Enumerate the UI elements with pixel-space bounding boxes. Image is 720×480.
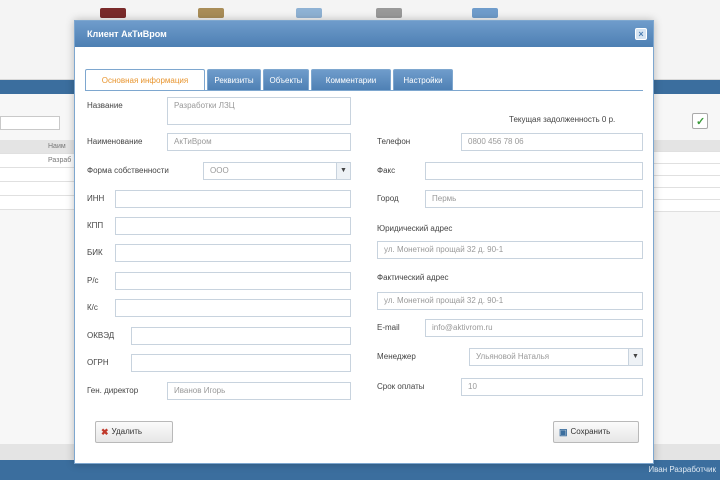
close-icon[interactable]: × bbox=[635, 28, 647, 40]
fax-field[interactable] bbox=[425, 162, 643, 180]
check-icon: ✓ bbox=[696, 116, 706, 128]
email-label: E-mail bbox=[377, 323, 400, 332]
name-label: Название bbox=[87, 101, 123, 110]
chevron-down-icon[interactable]: ▼ bbox=[336, 163, 350, 179]
kpp-label: КПП bbox=[87, 221, 104, 230]
delete-icon: ✖ bbox=[101, 427, 109, 437]
table-row[interactable] bbox=[652, 200, 720, 212]
toolbar-icon-2[interactable] bbox=[198, 8, 224, 18]
city-label: Город bbox=[377, 194, 399, 203]
table-row[interactable] bbox=[652, 188, 720, 200]
tab-objects[interactable]: Объекты bbox=[263, 69, 309, 91]
legal-address-field[interactable]: ул. Монетной прощай 32 д. 90-1 bbox=[377, 241, 643, 259]
delete-button-label: Удалить bbox=[111, 427, 143, 437]
table-row[interactable] bbox=[652, 152, 720, 164]
delete-button[interactable]: ✖ Удалить bbox=[95, 421, 173, 443]
save-button[interactable]: ▣ Сохранить bbox=[553, 421, 639, 443]
background-side-grid bbox=[652, 140, 720, 212]
grid-header: Наим bbox=[0, 140, 80, 154]
kpp-field[interactable] bbox=[115, 217, 351, 235]
grid-header bbox=[652, 140, 720, 152]
inn-field[interactable] bbox=[115, 190, 351, 208]
table-row[interactable] bbox=[0, 196, 80, 210]
status-user-text: Иван Разработчик bbox=[648, 465, 716, 474]
table-row[interactable] bbox=[0, 168, 80, 182]
director-placeholder: Иванов Игорь bbox=[174, 386, 226, 395]
save-button-label: Сохранить bbox=[570, 427, 611, 437]
ks-field[interactable] bbox=[115, 299, 351, 317]
bik-field[interactable] bbox=[115, 244, 351, 262]
short-name-label: Наименование bbox=[87, 137, 143, 146]
short-name-field[interactable]: АкТиВром bbox=[167, 133, 351, 151]
toolbar-icon-4[interactable] bbox=[376, 8, 402, 18]
postal-address-field[interactable]: ул. Монетной прощай 32 д. 90-1 bbox=[377, 292, 643, 310]
manager-value: Ульяновой Наталья bbox=[476, 352, 550, 361]
toolbar-icon-3[interactable] bbox=[296, 8, 322, 18]
payment-term-label: Срок оплаты bbox=[377, 382, 425, 391]
dialog-header[interactable]: Клиент АкТиВром × bbox=[75, 21, 653, 47]
ks-label: К/с bbox=[87, 303, 98, 312]
tab-main-info[interactable]: Основная информация bbox=[85, 69, 205, 91]
balance-text: Текущая задолженность 0 р. bbox=[509, 115, 616, 124]
manager-label: Менеджер bbox=[377, 352, 416, 361]
legal-address-label: Юридический адрес bbox=[377, 224, 453, 233]
ogrn-label: ОГРН bbox=[87, 358, 109, 367]
table-row[interactable] bbox=[652, 164, 720, 176]
save-icon: ▣ bbox=[559, 427, 568, 437]
phone-label: Телефон bbox=[377, 137, 411, 146]
tab-comments[interactable]: Комментарии bbox=[311, 69, 391, 91]
tab-requisites[interactable]: Реквизиты bbox=[207, 69, 261, 91]
okved-label: ОКВЭД bbox=[87, 331, 115, 340]
tax-form-value: ООО bbox=[210, 166, 229, 175]
director-field[interactable]: Иванов Игорь bbox=[167, 382, 351, 400]
tab-settings[interactable]: Настройки bbox=[393, 69, 453, 91]
toolbar-icon-1[interactable] bbox=[100, 8, 126, 18]
okved-field[interactable] bbox=[131, 327, 351, 345]
rs-field[interactable] bbox=[115, 272, 351, 290]
bik-label: БИК bbox=[87, 248, 103, 257]
tax-form-label: Форма собственности bbox=[87, 166, 169, 175]
table-row[interactable]: Разраб bbox=[0, 154, 80, 168]
fax-label: Факс bbox=[377, 166, 396, 175]
email-field[interactable]: info@aktivrom.ru bbox=[425, 319, 643, 337]
table-row[interactable] bbox=[0, 182, 80, 196]
background-grid: Наим Разраб bbox=[0, 140, 80, 210]
name-field[interactable]: Разработки ЛЗЦ bbox=[167, 97, 351, 125]
payment-term-field[interactable]: 10 bbox=[461, 378, 643, 396]
rs-label: Р/с bbox=[87, 276, 99, 285]
chevron-down-icon[interactable]: ▼ bbox=[628, 349, 642, 365]
client-dialog: Клиент АкТиВром × Основная информация Ре… bbox=[74, 20, 654, 464]
table-row[interactable] bbox=[652, 176, 720, 188]
toolbar-icon-5[interactable] bbox=[472, 8, 498, 18]
background-checkbox[interactable]: ✓ bbox=[692, 113, 708, 129]
postal-address-label: Фактический адрес bbox=[377, 273, 449, 282]
tab-divider bbox=[85, 90, 643, 91]
dialog-title: Клиент АкТиВром bbox=[87, 29, 167, 39]
tax-form-select[interactable]: ООО ▼ bbox=[203, 162, 351, 180]
manager-select[interactable]: Ульяновой Наталья ▼ bbox=[469, 348, 643, 366]
inn-label: ИНН bbox=[87, 194, 105, 203]
ogrn-field[interactable] bbox=[131, 354, 351, 372]
director-label: Ген. директор bbox=[87, 386, 139, 395]
phone-field[interactable]: 0800 456 78 06 bbox=[461, 133, 643, 151]
background-search-input[interactable] bbox=[0, 116, 60, 130]
city-field[interactable]: Пермь bbox=[425, 190, 643, 208]
